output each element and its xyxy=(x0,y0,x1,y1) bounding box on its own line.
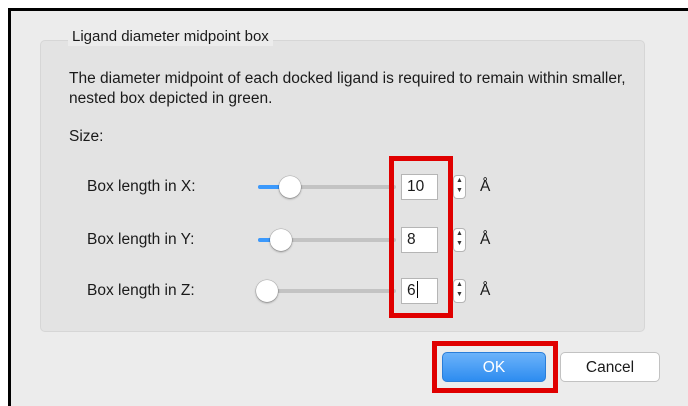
box-length-y-slider-thumb[interactable] xyxy=(269,229,292,251)
box-length-x-stepper[interactable]: ▲ ▼ xyxy=(453,175,466,199)
spinbox-highlight xyxy=(389,156,453,318)
group-title: Ligand diameter midpoint box xyxy=(68,28,273,46)
box-length-x-unit: Å xyxy=(480,178,491,195)
box-length-y-label: Box length in Y: xyxy=(87,231,195,248)
box-length-z-slider[interactable] xyxy=(258,289,396,293)
box-length-x-label: Box length in X: xyxy=(87,178,196,195)
box-length-z-stepper[interactable]: ▲ ▼ xyxy=(453,279,466,303)
box-length-z-slider-thumb[interactable] xyxy=(256,280,278,302)
box-length-y-stepper[interactable]: ▲ ▼ xyxy=(453,228,466,252)
box-length-y-unit: Å xyxy=(480,231,491,248)
size-label: Size: xyxy=(69,128,104,145)
ok-button[interactable]: OK xyxy=(442,352,546,382)
box-length-z-unit: Å xyxy=(480,282,491,299)
box-length-z-label: Box length in Z: xyxy=(87,282,195,299)
group-description: The diameter midpoint of each docked lig… xyxy=(69,70,626,107)
cancel-button[interactable]: Cancel xyxy=(560,352,660,382)
